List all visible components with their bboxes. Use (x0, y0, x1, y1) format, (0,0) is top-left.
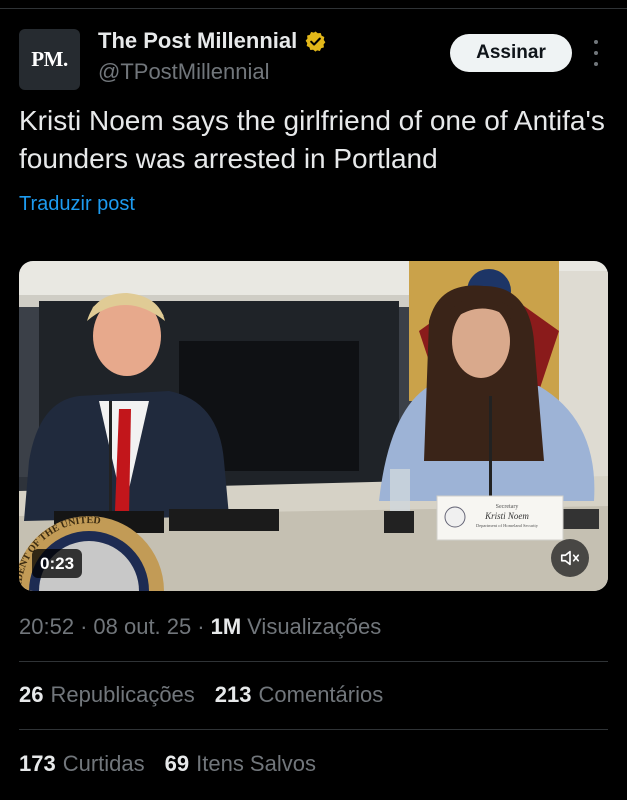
author-display-name[interactable]: The Post Millennial (98, 28, 297, 54)
separator-dot: · (80, 614, 88, 639)
reposts-label: Republicações (50, 682, 195, 707)
more-options-icon[interactable] (589, 40, 603, 66)
post-time[interactable]: 20:52 (19, 614, 74, 640)
likes-label: Curtidas (62, 751, 145, 776)
post-date[interactable]: 08 out. 25 (93, 614, 191, 640)
divider (19, 729, 608, 730)
saves-label: Itens Salvos (196, 751, 316, 776)
author-avatar[interactable]: PM. (19, 29, 80, 90)
separator-dot: · (197, 614, 205, 639)
nameplate-department: Department of Homeland Security (476, 523, 539, 528)
likes-count: 173 (19, 751, 56, 776)
nameplate-title: Secretary (496, 504, 519, 510)
views-label: Visualizações (247, 614, 382, 639)
post-text: Kristi Noem says the girlfriend of one o… (19, 105, 605, 174)
reposts-stat[interactable]: 26 Republicações (19, 682, 195, 708)
subscribe-button[interactable]: Assinar (450, 34, 572, 72)
verified-badge-icon[interactable] (304, 30, 327, 53)
video-duration-badge: 0:23 (32, 549, 83, 578)
author-name-row: The Post Millennial (98, 28, 327, 54)
views-count: 1M (210, 614, 242, 639)
comments-label: Comentários (258, 682, 384, 707)
likes-stat[interactable]: 173 Curtidas (19, 751, 145, 777)
comments-stat[interactable]: 213 Comentários (215, 682, 383, 708)
saves-count: 69 (164, 751, 190, 776)
nameplate-name: Kristi Noem (484, 511, 529, 521)
divider (19, 661, 608, 662)
volume-muted-icon (560, 550, 580, 566)
reposts-count: 26 (19, 682, 44, 707)
translate-post-link[interactable]: Traduzir post (19, 193, 135, 216)
saves-stat[interactable]: 69 Itens Salvos (165, 751, 316, 777)
post-metadata: 20:52 · 08 out. 25 · 1M Visualizações (19, 614, 381, 640)
stats-row-1: 26 Republicações 213 Comentários (19, 682, 403, 708)
mute-button[interactable] (551, 539, 589, 577)
stats-row-2: 173 Curtidas 69 Itens Salvos (19, 751, 336, 777)
video-frame: Secretary Kristi Noem Department of Home… (19, 261, 608, 591)
top-divider (0, 8, 627, 9)
author-handle[interactable]: @TPostMillennial (98, 59, 270, 85)
comments-count: 213 (214, 682, 252, 707)
video-player[interactable]: Secretary Kristi Noem Department of Home… (19, 261, 608, 591)
